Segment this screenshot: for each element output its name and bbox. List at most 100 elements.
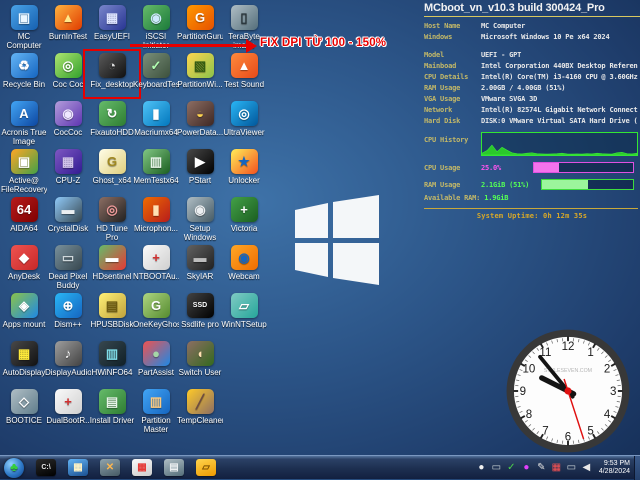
svg-text:3: 3 [610, 386, 616, 398]
desktop-icon-partitionwizard[interactable]: ▧PartitionWi... [178, 52, 222, 100]
desktop-icon-label: HPUSBDisk [89, 320, 135, 329]
desktop-icon-tempcleaner[interactable]: ╱TempCleaner [178, 388, 222, 436]
desktop-icon-pstart[interactable]: ▶PStart [178, 148, 222, 196]
displayaudio-glyph: ♪ [65, 347, 72, 360]
tray-check-icon[interactable]: ✓ [506, 462, 517, 473]
desktop-icon-fixautohdd[interactable]: ↻FixautoHDD [90, 100, 134, 148]
unlocker-glyph: ★ [238, 155, 250, 168]
desktop-icon-dism-plus[interactable]: ⊕Dism++ [46, 292, 90, 340]
desktop-icon-label: KeyboardTest [133, 80, 179, 89]
desktop-icon-victoria[interactable]: +Victoria [222, 196, 266, 244]
desktop-icon-burnintest[interactable]: ▲BurnInTest [46, 4, 90, 52]
tray-brush-icon[interactable]: ✎ [536, 462, 547, 473]
active-filerecovery-icon: ▣ [11, 149, 38, 174]
tray-monitor-icon[interactable]: ▭ [566, 462, 577, 473]
cmd-button[interactable]: C:\ [36, 459, 56, 476]
desktop-icon-fix-desktop[interactable]: ◔Fix_desktop [90, 52, 134, 100]
desktop-icon-dualbootrepair[interactable]: +DualBootR.. [46, 388, 90, 436]
partition-master-glyph: ▥ [150, 395, 162, 408]
hwinfo64-icon: ▥ [99, 341, 126, 366]
desktop-icon-coc-coc[interactable]: ◎Coc Coc [46, 52, 90, 100]
desktop-icon-macriumx64[interactable]: ▮Macriumx64 [134, 100, 178, 148]
desktop-icon-easyuefi[interactable]: ▦EasyUEFI [90, 4, 134, 52]
desktop-icon-hdsentinel[interactable]: ▬HDsentinel [90, 244, 134, 292]
file-explorer-button[interactable]: ▱ [196, 459, 216, 476]
desktop-icon-ultraviewer[interactable]: ◎UltraViewer [222, 100, 266, 148]
show-desktop-button[interactable] [634, 456, 640, 480]
available-ram-row: Available RAM: 1.9GiB [424, 193, 640, 203]
desktop-icon-active-filerecovery[interactable]: ▣Active@ FileRecovery [2, 148, 46, 196]
desktop-icon-hpusbdisk[interactable]: ▤ HPUSBDisk [90, 292, 134, 340]
keyboard-button[interactable]: ▤ [164, 459, 184, 476]
tray-app-icon[interactable]: ● [521, 462, 532, 473]
tray-clock-icon[interactable]: ● [476, 462, 487, 473]
desktop-icon-acronis-true-image[interactable]: AAcronis True Image [2, 100, 46, 148]
desktop-icon-label: AutoDisplay [1, 368, 47, 377]
desktop-icon-ghost-x64[interactable]: GGhost_x64 [90, 148, 134, 196]
desktop-icon-switch-user[interactable]: ◖ Switch User [178, 340, 222, 388]
hd-tune-pro-glyph: ◎ [106, 203, 117, 216]
svg-text:4: 4 [604, 409, 611, 421]
display-settings-button[interactable]: ▦ [68, 459, 88, 476]
cmd-icon: C:\ [41, 463, 50, 473]
desktop-icon-winntsetup[interactable]: ▱WinNTSetup [222, 292, 266, 340]
desktop-icon-skyiar[interactable]: ▬SkyIAR [178, 244, 222, 292]
desktop-icon-label: Unlocker [221, 176, 267, 185]
sysinfo-value: UEFI - GPT [481, 50, 640, 61]
bootice-icon: ◇ [11, 389, 38, 414]
desktop-icon-displayaudio[interactable]: ♪DisplayAudio [46, 340, 90, 388]
desktop-icon-hwinfo64[interactable]: ▥HWiNFO64 [90, 340, 134, 388]
clock-gadget[interactable]: 123456789101112 STYLESEVEN.COM [505, 328, 631, 454]
switch-user-glyph: ◖ [196, 347, 204, 360]
desktop-icon-bootice[interactable]: ◇BOOTICE [2, 388, 46, 436]
tray-display-icon[interactable]: ▭ [491, 462, 502, 473]
desktop-icon-hd-tune-pro[interactable]: ◎HD Tune Pro [90, 196, 134, 244]
terabyte-image-glyph: ▯ [240, 11, 247, 24]
hpusbdisk-icon: ▤ [99, 293, 126, 318]
annotation-text: FIX DPI TỪ 100 - 150% [260, 37, 386, 49]
desktop-icon-label: Switch User [177, 368, 223, 377]
desktop-icon-microphone[interactable]: ▮Microphon... [134, 196, 178, 244]
desktop-icon-crystaldisk[interactable]: ▬CrystalDisk [46, 196, 90, 244]
desktop-icon-powerdata[interactable]: ◒PowerData... [178, 100, 222, 148]
tray-palette-icon[interactable]: ▦ [551, 462, 562, 473]
desktop-icon-partassist[interactable]: ●PartAssist [134, 340, 178, 388]
desktop-icon-ntbootautofix[interactable]: +NTBOOTAu... [134, 244, 178, 292]
tray-volume-icon[interactable]: ◀ [581, 462, 592, 473]
cpu-history-row: CPU History [424, 132, 640, 156]
desktop-icon-ssdlife-pro[interactable]: SSDSsdlife pro [178, 292, 222, 340]
sysinfo-value: MC Computer [481, 21, 640, 32]
desktop-icon-unlocker[interactable]: ★ Unlocker [222, 148, 266, 196]
desktop-icon-label: iSCSI Initiator [133, 32, 179, 50]
desktop-icon-webcam[interactable]: ◉Webcam [222, 244, 266, 292]
ghost-x64-icon: G [99, 149, 126, 174]
desktop-icon-keyboardtest[interactable]: ✓KeyboardTest [134, 52, 178, 100]
desktop-icon-memtestx64[interactable]: ▥MemTestx64 [134, 148, 178, 196]
desktop-icon-install-driver[interactable]: ▤Install Driver [90, 388, 134, 436]
desktop-icon-test-sound[interactable]: ▲Test Sound [222, 52, 266, 100]
desktop-icon-mc-computer[interactable]: ▣MC Computer [2, 4, 46, 52]
desktop-icon-partition-master[interactable]: ▥Partition Master [134, 388, 178, 436]
desktop-icon-coccoc-disc[interactable]: ◉CocCoc [46, 100, 90, 148]
sysinfo-value: Intel(R) 82574L Gigabit Network Connect [481, 105, 640, 116]
tools-button[interactable]: ✕ [100, 459, 120, 476]
ram-usage-bar [541, 179, 634, 190]
start-button[interactable]: ♣ [4, 458, 24, 478]
desktop-icon-aida64[interactable]: 64AIDA64 [2, 196, 46, 244]
desktop-icon-cpu-z[interactable]: ▦CPU-Z [46, 148, 90, 196]
desktop-icon-onekeyghost[interactable]: GOneKeyGhost [134, 292, 178, 340]
ghost-x64-glyph: G [107, 155, 117, 168]
desktop-icon-setup-windows-os[interactable]: ◉Setup Windows OS [178, 196, 222, 244]
taskbar-clock[interactable]: 9:53 PM 4/28/2024 [596, 460, 634, 476]
desktop-icon-label: Apps mount [1, 320, 47, 329]
desktop-icon-label: Microphon... [133, 224, 179, 233]
pe-apps-button[interactable]: ▦ [132, 459, 152, 476]
sysinfo-value: Intel(R) Core(TM) i3-4160 CPU @ 3.60GHz [481, 72, 640, 83]
desktop-icon-dead-pixel-buddy[interactable]: ▭Dead Pixel Buddy [46, 244, 90, 292]
hpusbdisk-glyph: ▤ [106, 299, 118, 312]
desktop-icon-recycle-bin[interactable]: ♻Recycle Bin [2, 52, 46, 100]
aida64-glyph: 64 [17, 203, 31, 216]
desktop-icon-apps-mount[interactable]: ◈Apps mount [2, 292, 46, 340]
desktop-icon-autodisplay[interactable]: ▦AutoDisplay [2, 340, 46, 388]
desktop-icon-anydesk[interactable]: ◆AnyDesk [2, 244, 46, 292]
